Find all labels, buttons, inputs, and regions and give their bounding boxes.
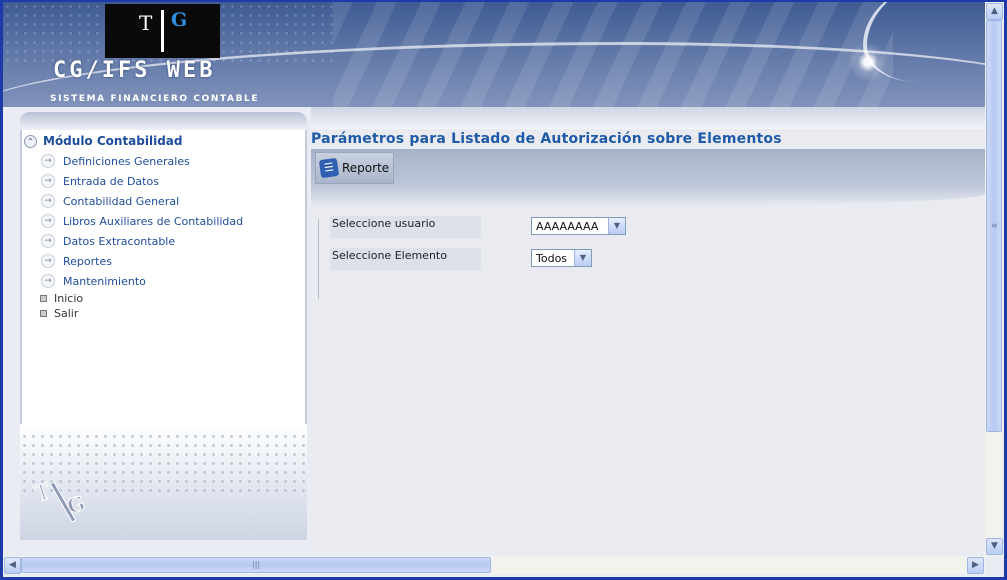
- element-select[interactable]: Todos ▼: [531, 249, 592, 267]
- sidebar-link-inicio[interactable]: Inicio: [40, 292, 83, 305]
- element-select-value: Todos: [536, 251, 568, 265]
- sidebar-item-reportes[interactable]: → Reportes: [41, 254, 112, 268]
- element-label: Seleccione Elemento: [330, 248, 481, 270]
- chevron-down-icon[interactable]: ▼: [574, 250, 591, 266]
- chevron-up-icon[interactable]: ⌃: [24, 134, 37, 148]
- main-top-curve: [311, 107, 985, 129]
- arrow-right-icon: →: [41, 214, 55, 228]
- user-select-value: AAAAAAAA: [536, 219, 599, 233]
- chevron-down-icon[interactable]: ▼: [608, 218, 625, 234]
- sidebar-item-definiciones-generales[interactable]: → Definiciones Generales: [41, 154, 190, 168]
- main-content: Parámetros para Listado de Autorización …: [311, 107, 985, 552]
- arrow-right-icon: →: [41, 154, 55, 168]
- sidebar-item-label: Mantenimiento: [63, 274, 146, 288]
- sidebar-link-label: Inicio: [54, 292, 84, 305]
- horizontal-scrollbar[interactable]: ◀ ||| ▶: [3, 556, 985, 574]
- tg-logo: T G: [105, 4, 220, 58]
- sidebar-item-datos-extracontable[interactable]: → Datos Extracontable: [41, 234, 175, 248]
- scroll-up-icon[interactable]: ▲: [986, 3, 1003, 20]
- sidebar-item-label: Contabilidad General: [63, 194, 180, 208]
- vertical-scroll-thumb[interactable]: ≡: [986, 20, 1002, 432]
- tg-watermark-logo: T G: [32, 479, 88, 523]
- sidebar-item-contabilidad-general[interactable]: → Contabilidad General: [41, 194, 179, 208]
- logo-letter-g: G: [171, 9, 188, 31]
- sidebar-item-label: Definiciones Generales: [63, 154, 190, 168]
- sidebar: ⌃ Módulo Contabilidad → Definiciones Gen…: [20, 112, 307, 540]
- app-title: CG/IFS WEB: [53, 58, 216, 83]
- logo-letter-t: T: [139, 11, 153, 35]
- scroll-left-icon[interactable]: ◀: [4, 557, 21, 574]
- arrow-right-icon: →: [41, 174, 55, 188]
- sidebar-top-band: [20, 112, 307, 130]
- form-divider: [318, 219, 319, 299]
- sidebar-module-label: Módulo Contabilidad: [43, 134, 183, 148]
- bullet-icon: [40, 295, 47, 302]
- grip-icon: |||: [252, 560, 261, 569]
- user-select[interactable]: AAAAAAAA ▼: [531, 217, 626, 235]
- app-header: T G CG/IFS WEB SISTEMA FINANCIERO CONTAB…: [3, 2, 985, 107]
- toolbar: ☰ Reporte: [311, 149, 985, 185]
- app-subtitle: SISTEMA FINANCIERO CONTABLE: [50, 94, 260, 104]
- header-glow: [848, 42, 888, 82]
- user-label: Seleccione usuario: [330, 216, 481, 238]
- arrow-right-icon: →: [41, 274, 55, 288]
- sidebar-item-label: Reportes: [63, 254, 112, 268]
- report-button-label: Reporte: [342, 161, 390, 175]
- logo-divider: [161, 10, 164, 52]
- bullet-icon: [40, 310, 47, 317]
- sidebar-link-salir[interactable]: Salir: [40, 307, 78, 320]
- scroll-right-icon[interactable]: ▶: [967, 557, 984, 574]
- sidebar-item-label: Libros Auxiliares de Contabilidad: [63, 214, 244, 228]
- sidebar-item-libros-auxiliares[interactable]: → Libros Auxiliares de Contabilidad: [41, 214, 243, 228]
- grip-icon: ≡: [991, 221, 998, 230]
- toolbar-swoosh: [311, 185, 985, 207]
- sidebar-item-label: Datos Extracontable: [63, 234, 176, 248]
- sidebar-item-label: Entrada de Datos: [63, 174, 159, 188]
- vertical-scrollbar[interactable]: ▲ ≡ ▼: [985, 2, 1003, 556]
- page-title: Parámetros para Listado de Autorización …: [311, 131, 782, 147]
- arrow-right-icon: →: [41, 234, 55, 248]
- horizontal-scroll-thumb[interactable]: |||: [21, 557, 491, 573]
- sidebar-item-mantenimiento[interactable]: → Mantenimiento: [41, 274, 146, 288]
- sidebar-module-header[interactable]: ⌃ Módulo Contabilidad: [24, 134, 183, 148]
- arrow-right-icon: →: [41, 254, 55, 268]
- report-button[interactable]: ☰ Reporte: [315, 152, 395, 184]
- scroll-down-icon[interactable]: ▼: [986, 538, 1003, 555]
- sidebar-link-label: Salir: [54, 307, 79, 320]
- arrow-right-icon: →: [41, 194, 55, 208]
- report-icon: ☰: [318, 157, 340, 179]
- sidebar-item-entrada-de-datos[interactable]: → Entrada de Datos: [41, 174, 159, 188]
